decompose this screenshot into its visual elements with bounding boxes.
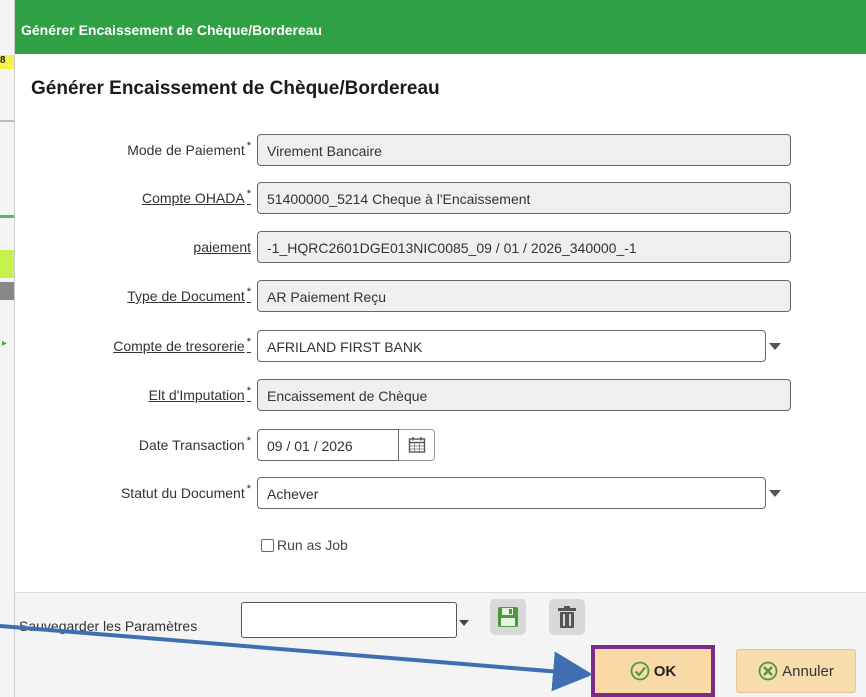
run-as-job-label: Run as Job (277, 537, 348, 553)
row-compte-tresorerie: Compte de tresorerie * AFRILAND FIRST BAN… (15, 330, 866, 364)
row-compte-ohada: Compte OHADA * 51400000_5214 Cheque à l'E… (15, 182, 866, 216)
paiement-field: -1_HQRC2601DGE013NIC0085_09 / 01 / 2026_… (257, 231, 791, 263)
date-transaction-label: Date Transaction * (138, 435, 251, 453)
background-green-bar (0, 215, 14, 218)
date-transaction-input[interactable]: 09 / 01 / 2026 (257, 429, 399, 461)
dialog-heading: Générer Encaissement de Chèque/Bordereau (31, 78, 440, 99)
calendar-button[interactable] (399, 429, 435, 461)
row-paiement: paiement -1_HQRC2601DGE013NIC0085_09 / 0… (15, 231, 866, 265)
type-document-field: AR Paiement Reçu (257, 280, 791, 312)
dialog-footer: Sauvegarder les Paramètres OK Annuler (15, 592, 866, 697)
row-date-transaction: Date Transaction * 09 / 01 / 2026 (15, 429, 866, 463)
cancel-label: Annuler (782, 662, 834, 680)
background-arrow-icon: ▸ (2, 338, 8, 349)
trash-icon (558, 606, 576, 628)
save-params-select[interactable] (241, 602, 457, 638)
row-type-document: Type de Document * AR Paiement Reçu (15, 280, 866, 314)
background-divider (0, 120, 14, 122)
row-statut-document: Statut du Document * Achever (15, 477, 866, 511)
chevron-down-icon[interactable] (769, 490, 781, 497)
ok-button[interactable]: OK (591, 645, 715, 697)
chevron-down-icon[interactable] (769, 343, 781, 350)
run-as-job-option[interactable]: Run as Job (261, 537, 348, 553)
mode-paiement-label: Mode de Paiement * (127, 140, 251, 158)
cancel-icon (758, 661, 778, 681)
statut-document-select[interactable]: Achever (257, 477, 766, 509)
row-mode-paiement: Mode de Paiement * Virement Bancaire (15, 134, 866, 168)
compte-tresorerie-link[interactable]: Compte de tresorerie * (113, 336, 251, 354)
generate-cheque-dialog: Générer Encaissement de Chèque/Bordereau… (14, 0, 866, 697)
statut-document-label: Statut du Document * (120, 483, 251, 501)
compte-ohada-field: 51400000_5214 Cheque à l'Encaissement (257, 182, 791, 214)
save-params-label: Sauvegarder les Paramètres (19, 618, 198, 634)
compte-tresorerie-select[interactable]: AFRILAND FIRST BANK (257, 330, 766, 362)
paiement-link[interactable]: paiement (193, 239, 251, 255)
delete-params-button[interactable] (549, 599, 585, 635)
dialog-window-title: Générer Encaissement de Chèque/Bordereau (21, 22, 323, 38)
ok-label: OK (653, 662, 677, 680)
save-icon (498, 607, 518, 627)
chevron-down-icon[interactable] (459, 620, 469, 626)
dialog-title-bar: Générer Encaissement de Chèque/Bordereau (15, 0, 866, 54)
elt-imputation-link[interactable]: Elt d'Imputation * (149, 385, 251, 403)
save-params-button[interactable] (490, 599, 526, 635)
cancel-button[interactable]: Annuler (736, 649, 856, 693)
background-lime-bar (0, 250, 14, 278)
run-as-job-checkbox[interactable] (261, 538, 274, 552)
type-document-link[interactable]: Type de Document * (127, 286, 251, 304)
background-grey-bar (0, 282, 14, 300)
compte-ohada-link[interactable]: Compte OHADA * (142, 188, 251, 206)
mode-paiement-field: Virement Bancaire (257, 134, 791, 166)
background-badge: 8 (0, 55, 14, 69)
elt-imputation-field: Encaissement de Chèque (257, 379, 791, 411)
calendar-icon (408, 437, 425, 453)
background-app: 8 ▸ (0, 0, 14, 697)
row-elt-imputation: Elt d'Imputation * Encaissement de Chèque (15, 379, 866, 413)
check-icon (630, 661, 650, 681)
